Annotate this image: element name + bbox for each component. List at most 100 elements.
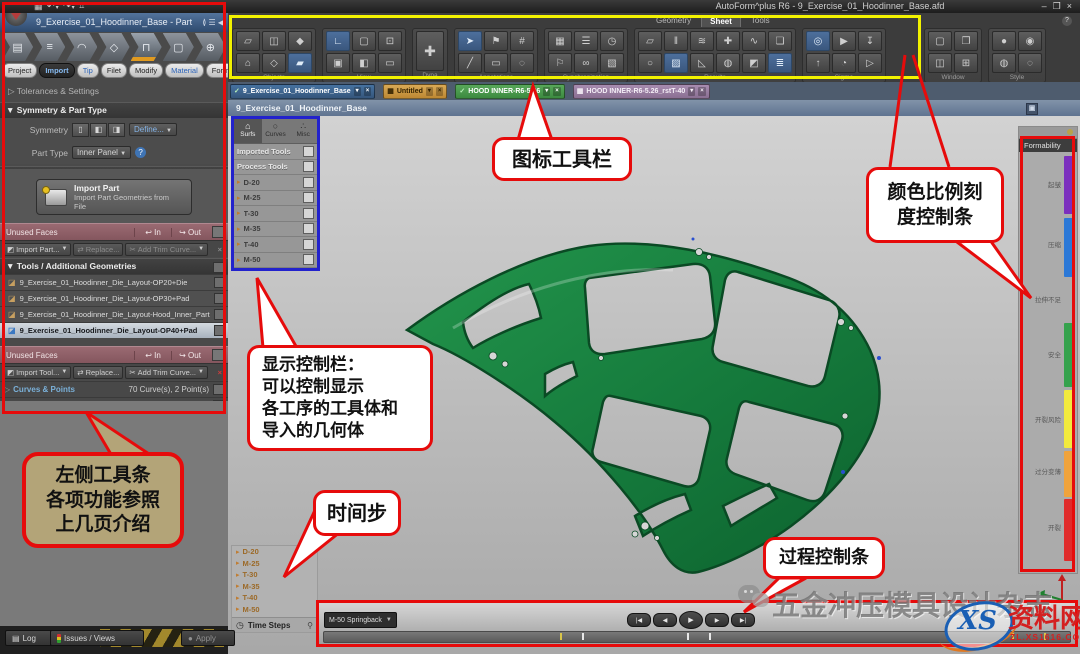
help-icon[interactable]: ?	[1062, 16, 1072, 26]
display-item-imported-tools[interactable]: Imported Tools	[234, 144, 317, 160]
symmetry-none-button[interactable]: ▯	[72, 123, 89, 137]
style-outline-icon[interactable]: ◌	[1018, 53, 1042, 73]
step-forward-button[interactable]: ▶	[705, 613, 729, 627]
tab-caret-icon[interactable]: ▾	[688, 87, 695, 96]
process-step-dropdown[interactable]: M-50 Springback ▼	[324, 612, 397, 628]
ribbon-tab-sheet[interactable]: Sheet	[701, 15, 741, 27]
coordinate-system-icon[interactable]: ∟	[326, 31, 350, 51]
style-shaded-icon[interactable]: ●	[992, 31, 1016, 51]
define-button[interactable]: Define... ▼	[129, 123, 177, 136]
thickness-icon[interactable]: ‖	[664, 31, 688, 51]
sync-clock-icon[interactable]: ◷	[600, 31, 624, 51]
time-step-item[interactable]: ▸M-50	[232, 604, 317, 616]
replace-button[interactable]: ⇄Replace...	[73, 366, 123, 379]
springback-map-icon[interactable]: ◩	[742, 53, 766, 73]
import-tool-menu-button[interactable]: ◩Import Tool...▼	[3, 366, 71, 379]
style-sphere-icon[interactable]: ◉	[1018, 31, 1042, 51]
tab-close-icon[interactable]: ×	[364, 87, 372, 96]
redo-icon[interactable]: ↷	[63, 1, 72, 11]
section-tolerances[interactable]: ▷ Tolerances & Settings	[0, 84, 228, 99]
document-tab-purple[interactable]: ▦HOOD INNER-R6-5.26_rstT-40▾×	[573, 84, 710, 99]
view-cube-icon[interactable]: ▣	[326, 53, 350, 73]
measure-icon[interactable]: ╱	[458, 53, 482, 73]
display-item-checkbox[interactable]	[303, 208, 314, 219]
tab-close-icon[interactable]: ×	[698, 87, 706, 96]
close-button[interactable]: ×	[1065, 1, 1076, 11]
play-button[interactable]: ▶	[679, 611, 703, 629]
symmetry-half-left-button[interactable]: ◧	[90, 123, 107, 137]
workflow-part-step[interactable]: ▤	[2, 33, 33, 61]
help-circle-icon[interactable]: ?	[135, 147, 146, 158]
import-part-button[interactable]: Import Part Import Part Geometries from …	[36, 179, 192, 215]
link-icon[interactable]: ∞	[574, 53, 598, 73]
symmetry-half-right-button[interactable]: ◨	[108, 123, 125, 137]
pill-tip[interactable]: Tip	[77, 63, 99, 78]
tab-caret-icon[interactable]: ▾	[543, 87, 550, 96]
display-item-checkbox[interactable]	[303, 161, 314, 172]
time-step-item[interactable]: ▸T-40	[232, 592, 317, 604]
time-step-item[interactable]: ▸T-30	[232, 569, 317, 581]
display-item-t-40[interactable]: ▸T-40	[234, 237, 317, 253]
pill-project[interactable]: Project	[2, 63, 37, 78]
pill-filet[interactable]: Filet	[101, 63, 127, 78]
row-menu-icon[interactable]	[214, 325, 225, 336]
zoom-region-icon[interactable]: ◎	[806, 31, 830, 51]
skip-end-button[interactable]: ▶|	[731, 613, 755, 627]
display-item-m-50[interactable]: ▸M-50	[234, 253, 317, 269]
sync-flag-icon[interactable]: ⚐	[548, 53, 572, 73]
redo-caret-icon[interactable]: ▾	[72, 5, 76, 11]
faces-in-button[interactable]: ↩ In	[134, 228, 171, 237]
faces-checkbox[interactable]	[212, 226, 224, 238]
marker-icon[interactable]: ◍	[716, 53, 740, 73]
display-item-checkbox[interactable]	[303, 239, 314, 250]
delete-icon[interactable]: ×	[218, 368, 225, 377]
row-menu-icon[interactable]	[214, 293, 225, 304]
faces-out-button[interactable]: ↪ Out	[171, 351, 208, 360]
play-analysis-icon[interactable]: ▶	[832, 31, 856, 51]
layers-icon[interactable]: ≣	[768, 53, 792, 73]
time-step-item[interactable]: ▸D-20	[232, 546, 317, 558]
tool-list-item[interactable]: ◪9_Exercise_01_Hoodinner_Die_Layout-Hood…	[0, 306, 228, 322]
report-icon[interactable]: ❏	[768, 31, 792, 51]
faces-checkbox[interactable]	[212, 349, 224, 361]
capture-icon[interactable]: ⌗	[79, 1, 85, 11]
section-symmetry[interactable]: ▼ Symmetry & Part Type	[0, 102, 228, 118]
value-tag-icon[interactable]: #	[510, 31, 534, 51]
dynamic-view-icon[interactable]: ✚	[416, 31, 444, 71]
display-item-m-25[interactable]: ▸M-25	[234, 191, 317, 207]
issues-views-button[interactable]: Issues / Views	[50, 630, 144, 646]
style-globe-icon[interactable]: ◍	[992, 53, 1016, 73]
quick-access-icons[interactable]: ▦ ↶▾ ↷▾ ⌗	[34, 1, 85, 12]
result-blank-icon[interactable]: ○	[638, 53, 662, 73]
zoom-fit-icon[interactable]: ⊡	[378, 31, 402, 51]
movie-icon[interactable]: ▭	[378, 53, 402, 73]
formability-grip[interactable]	[1019, 127, 1077, 139]
ribbon-tab-tools[interactable]: Tools	[743, 15, 778, 27]
faces-in-button[interactable]: ↩ In	[134, 351, 171, 360]
part-type-dropdown[interactable]: Inner Panel ▼	[72, 146, 131, 159]
probe-icon[interactable]: ◌	[510, 53, 534, 73]
workflow-check-step[interactable]: ⊕	[195, 33, 226, 61]
binder-icon[interactable]: ◫	[262, 31, 286, 51]
apply-button[interactable]: ●Apply	[181, 630, 235, 646]
tool-list-item-selected[interactable]: ◪9_Exercise_01_Hoodinner_Die_Layout-OP40…	[0, 322, 228, 338]
restore-button[interactable]: ❐	[1051, 1, 1065, 11]
skip-start-button[interactable]: |◀	[627, 613, 651, 627]
display-item-checkbox[interactable]	[303, 254, 314, 265]
display-item-t-30[interactable]: ▸T-30	[234, 206, 317, 222]
import-part-menu-button[interactable]: ◩Import Part...▼	[3, 243, 71, 256]
undo-caret-icon[interactable]: ▾	[56, 5, 60, 11]
workflow-monitor-step[interactable]: ▢	[163, 33, 194, 61]
window-cascade-icon[interactable]: ❐	[954, 31, 978, 51]
list-icon[interactable]: ☰	[208, 18, 215, 27]
add-trim-curve-button[interactable]: ✂Add Trim Curve...▼	[125, 243, 208, 256]
workflow-die-layout-step[interactable]: ⊓	[131, 33, 162, 61]
part-surface-icon[interactable]: ◆	[288, 31, 312, 51]
sync-state-icon[interactable]: ▧	[600, 53, 624, 73]
document-tab-blue[interactable]: ✓9_Exercise_01_Hoodinner_Base▾×	[230, 84, 375, 99]
tab-close-icon[interactable]: ×	[553, 87, 561, 96]
pill-material[interactable]: Material	[165, 63, 204, 78]
spotlight-icon[interactable]: ⚑	[484, 31, 508, 51]
document-tab-green[interactable]: ✓HOOD INNER-R6-5.26▾×	[455, 84, 564, 99]
delete-icon[interactable]: ×	[218, 245, 225, 254]
